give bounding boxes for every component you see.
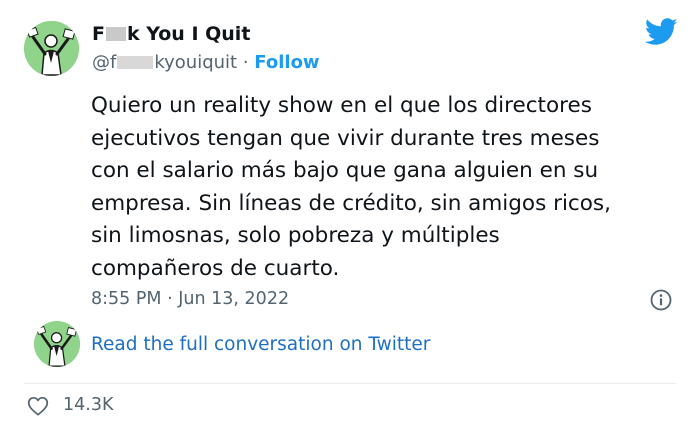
tweet-text: Quiero un reality show en el que los dir…	[91, 90, 681, 285]
tweet-line: con el salario más bajo que gana alguien…	[91, 158, 599, 183]
tweet-timestamp[interactable]: 8:55 PM · Jun 13, 2022	[91, 289, 289, 309]
tweet-line: empresa. Sin líneas de crédito, sin amig…	[91, 190, 611, 216]
censor-block	[117, 56, 154, 69]
divider	[24, 383, 676, 384]
timestamp-separator: ·	[167, 289, 173, 309]
tweet-line: sin limosnas, solo pobreza y múltiples	[91, 223, 500, 248]
info-icon[interactable]	[650, 289, 672, 311]
twitter-bird-icon[interactable]	[645, 17, 678, 47]
censor-block	[105, 27, 126, 41]
follow-button[interactable]: Follow	[254, 52, 319, 73]
tweet-line: compañeros de cuarto.	[91, 255, 340, 281]
avatar-small[interactable]	[34, 321, 80, 367]
avatar[interactable]	[24, 21, 79, 76]
handle-row: @f kyouiquit · Follow	[92, 52, 320, 73]
handle-separator: ·	[242, 52, 249, 73]
handle-start[interactable]: @f	[92, 52, 116, 73]
display-name[interactable]: Fk You I Quit	[92, 23, 250, 45]
handle-end[interactable]: kyouiquit	[154, 52, 237, 73]
tweet-line: ejecutivos tengan que vivir durante tres…	[91, 125, 600, 151]
tweet-date: Jun 13, 2022	[178, 289, 290, 309]
tweet-line: Quiero un reality show en el que los dir…	[91, 93, 592, 118]
read-conversation-link[interactable]: Read the full conversation on Twitter	[91, 334, 430, 355]
display-name-end: k You I Quit	[126, 23, 251, 45]
display-name-start: F	[92, 23, 105, 45]
like-count: 14.3K	[63, 395, 114, 415]
heart-icon[interactable]	[27, 396, 49, 416]
tweet-time: 8:55 PM	[91, 289, 162, 309]
